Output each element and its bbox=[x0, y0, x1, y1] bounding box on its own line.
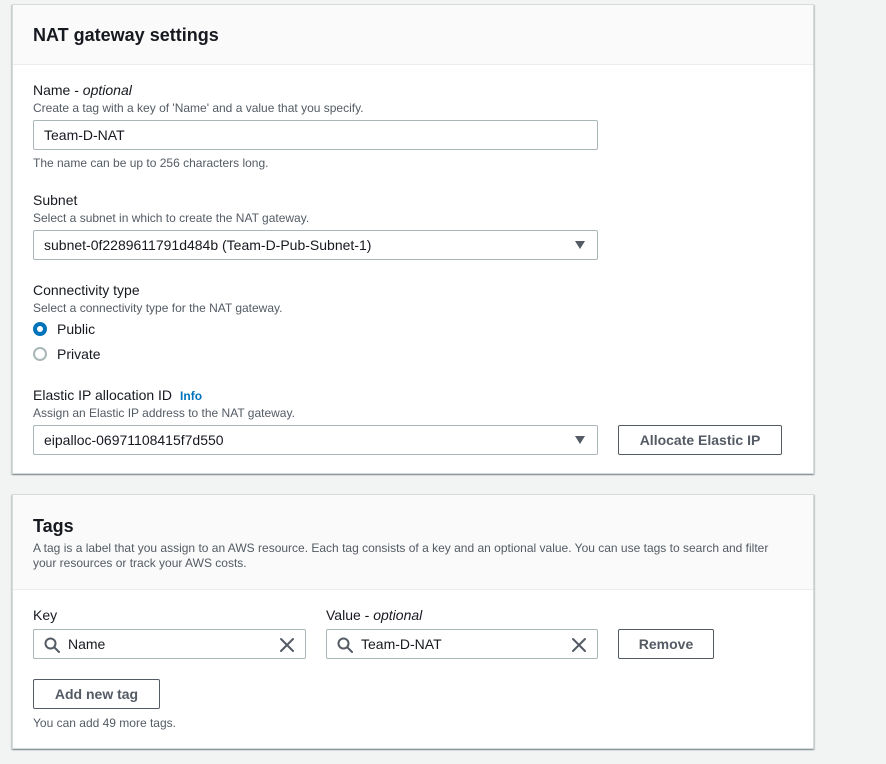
nat-settings-header: NAT gateway settings bbox=[13, 5, 813, 65]
radio-private-label[interactable]: Private bbox=[57, 347, 101, 361]
search-icon bbox=[337, 637, 353, 653]
tag-value-label-text: Value - bbox=[326, 607, 374, 623]
subnet-select[interactable]: subnet-0f2289611791d484b (Team-D-Pub-Sub… bbox=[33, 230, 598, 260]
name-label: Name - optional bbox=[33, 82, 132, 99]
eip-selected-value: eipalloc-06971108415f7d550 bbox=[44, 432, 224, 448]
tags-panel: Tags A tag is a label that you assign to… bbox=[12, 494, 814, 749]
name-input[interactable]: Team-D-NAT bbox=[33, 120, 598, 150]
nat-gateway-settings-panel: NAT gateway settings Name - optional Cre… bbox=[12, 4, 814, 474]
eip-label: Elastic IP allocation ID Info bbox=[33, 387, 202, 405]
tags-title: Tags bbox=[33, 516, 74, 536]
tag-value-input[interactable]: Team-D-NAT bbox=[326, 629, 598, 659]
tags-description: A tag is a label that you assign to an A… bbox=[33, 541, 769, 570]
add-new-tag-button[interactable]: Add new tag bbox=[33, 679, 160, 709]
radio-public[interactable] bbox=[33, 322, 47, 336]
tag-key-input[interactable]: Name bbox=[33, 629, 306, 659]
nat-settings-title: NAT gateway settings bbox=[33, 25, 219, 45]
search-icon bbox=[44, 637, 60, 653]
tag-value-optional-text: optional bbox=[373, 607, 423, 623]
clear-icon[interactable] bbox=[279, 637, 295, 653]
tags-header: Tags A tag is a label that you assign to… bbox=[13, 495, 813, 590]
name-label-text: Name - bbox=[33, 82, 83, 98]
name-input-value: Team-D-NAT bbox=[44, 127, 125, 143]
radio-public-label[interactable]: Public bbox=[57, 322, 95, 336]
tag-value-value: Team-D-NAT bbox=[361, 636, 442, 652]
caret-down-icon bbox=[575, 436, 585, 444]
radio-private[interactable] bbox=[33, 347, 47, 361]
name-optional-text: optional bbox=[82, 82, 132, 98]
name-description: Create a tag with a key of 'Name' and a … bbox=[33, 101, 364, 115]
eip-info-link[interactable]: Info bbox=[180, 389, 202, 403]
tag-key-label: Key bbox=[33, 607, 58, 623]
remove-tag-button[interactable]: Remove bbox=[618, 629, 714, 659]
subnet-description: Select a subnet in which to create the N… bbox=[33, 211, 310, 225]
tags-remaining: You can add 49 more tags. bbox=[33, 716, 176, 730]
eip-select[interactable]: eipalloc-06971108415f7d550 bbox=[33, 425, 598, 455]
subnet-selected-value: subnet-0f2289611791d484b (Team-D-Pub-Sub… bbox=[44, 237, 372, 253]
tag-key-value: Name bbox=[68, 636, 106, 652]
clear-icon[interactable] bbox=[571, 637, 587, 653]
caret-down-icon bbox=[575, 241, 585, 249]
name-constraint: The name can be up to 256 characters lon… bbox=[33, 156, 269, 170]
connectivity-description: Select a connectivity type for the NAT g… bbox=[33, 301, 283, 315]
connectivity-label: Connectivity type bbox=[33, 282, 140, 298]
allocate-elastic-ip-button[interactable]: Allocate Elastic IP bbox=[618, 425, 782, 455]
tag-value-label: Value - optional bbox=[326, 607, 422, 624]
eip-label-text: Elastic IP allocation ID bbox=[33, 387, 173, 403]
subnet-label: Subnet bbox=[33, 192, 78, 208]
eip-description: Assign an Elastic IP address to the NAT … bbox=[33, 406, 295, 420]
